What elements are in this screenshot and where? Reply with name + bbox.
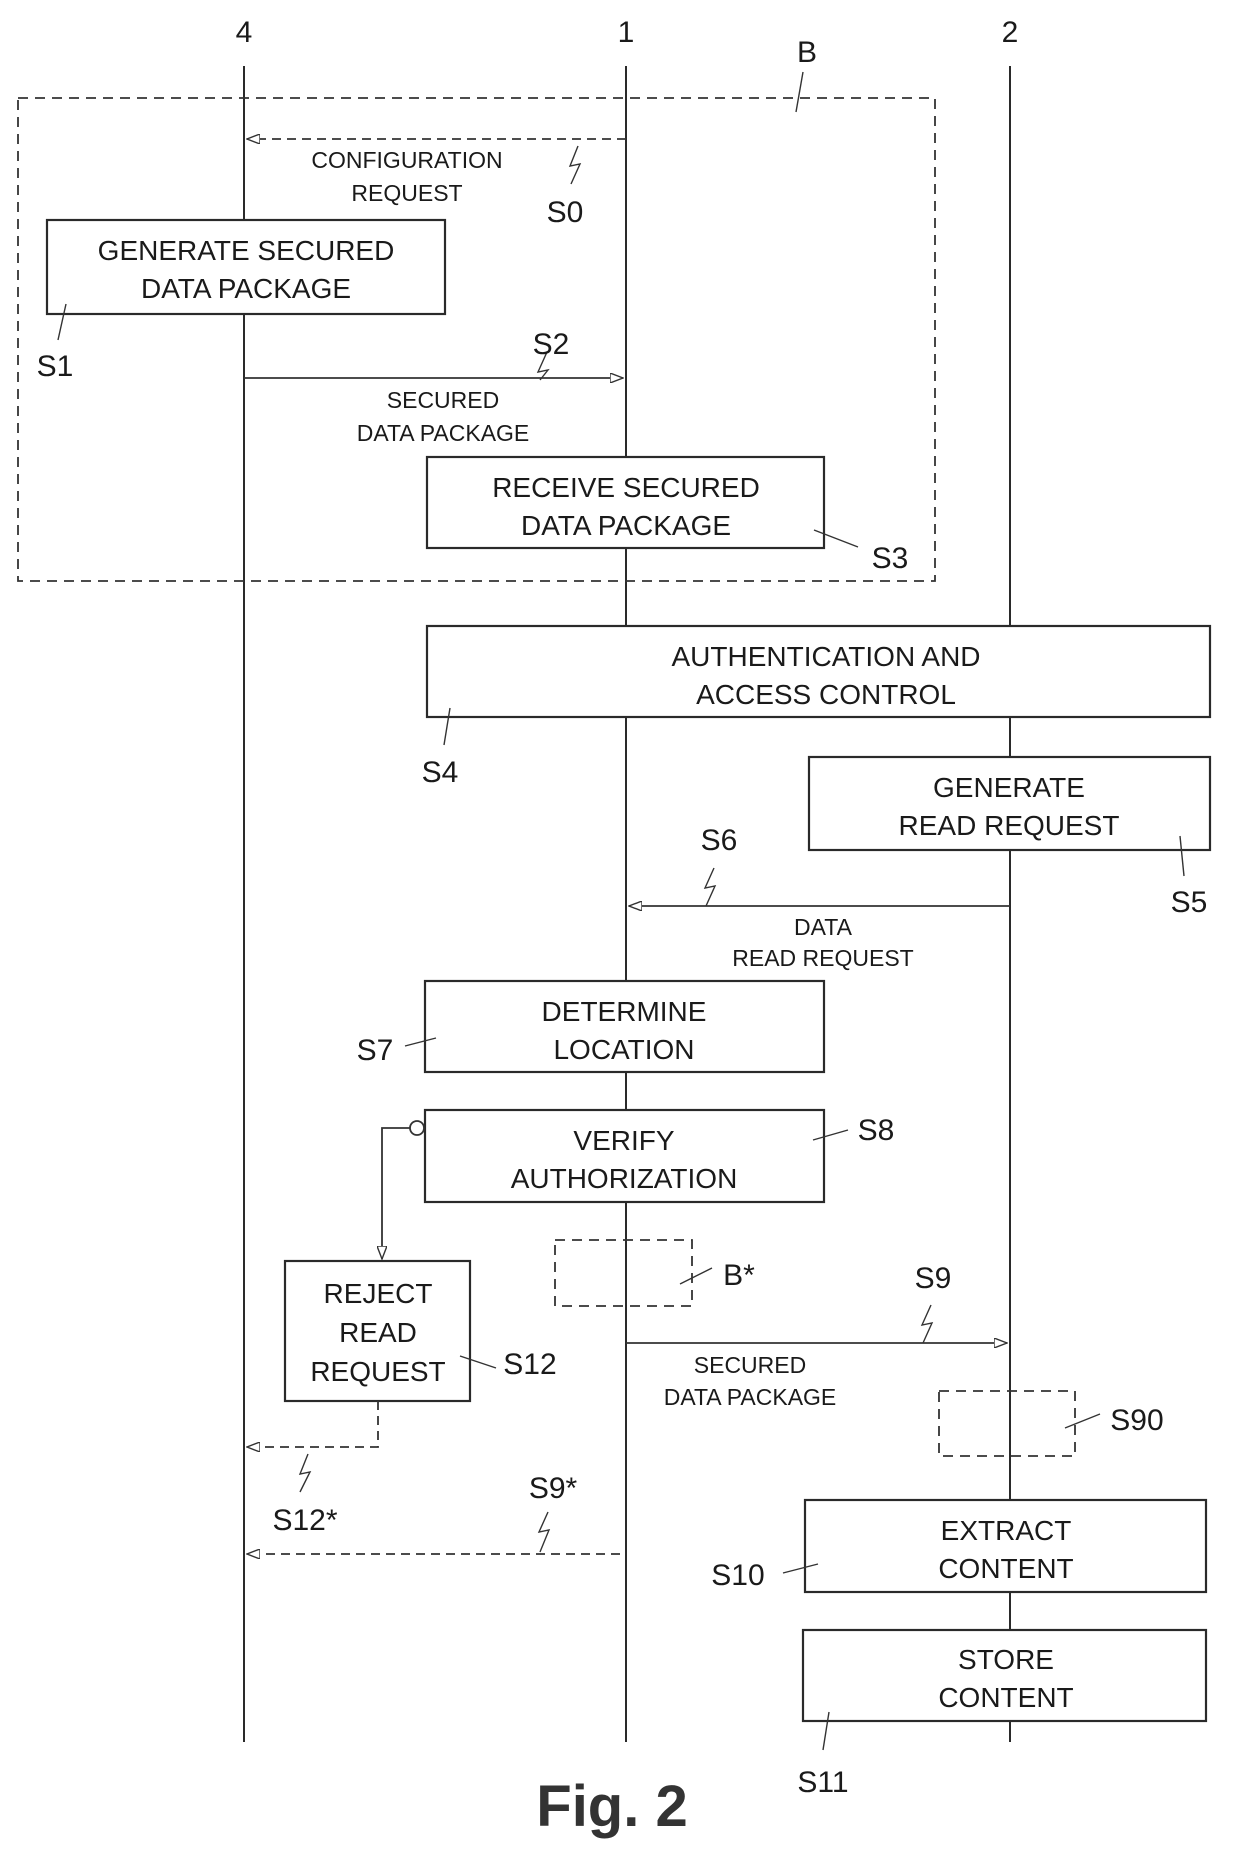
wireless-icon bbox=[568, 145, 582, 185]
ref-s3: S3 bbox=[872, 542, 909, 575]
ref-s9star: S9* bbox=[529, 1472, 578, 1505]
message-s0-line2: REQUEST bbox=[351, 180, 462, 206]
step-s4-line1: AUTHENTICATION AND bbox=[671, 641, 980, 672]
message-s6-line2: READ REQUEST bbox=[732, 945, 913, 971]
ref-s2: S2 bbox=[533, 328, 570, 361]
step-s4-line2: ACCESS CONTROL bbox=[696, 679, 956, 710]
wireless-icon bbox=[537, 1511, 551, 1553]
message-s9-line2: DATA PACKAGE bbox=[664, 1384, 837, 1410]
message-s2-line2: DATA PACKAGE bbox=[357, 420, 530, 446]
step-s5-line2: READ REQUEST bbox=[899, 810, 1120, 841]
ref-s12: S12 bbox=[503, 1348, 556, 1381]
message-s6-line1: DATA bbox=[794, 914, 853, 940]
step-s1-line1: GENERATE SECURED bbox=[98, 235, 395, 266]
ref-bstar: B* bbox=[723, 1259, 755, 1292]
frame-b-label: B bbox=[797, 36, 817, 69]
step-s11-line2: CONTENT bbox=[938, 1682, 1073, 1713]
ref-s10: S10 bbox=[711, 1559, 764, 1592]
frame-b-leader bbox=[795, 71, 804, 113]
wireless-icon bbox=[920, 1304, 934, 1344]
step-s7-line1: DETERMINE bbox=[542, 996, 707, 1027]
wireless-icon bbox=[298, 1453, 312, 1493]
step-s11-line1: STORE bbox=[958, 1644, 1054, 1675]
ref-s4: S4 bbox=[422, 756, 459, 789]
optional-block-bstar bbox=[554, 1239, 693, 1307]
ref-s5: S5 bbox=[1171, 886, 1208, 919]
sequence-diagram: 4 1 2 B CONFIGURATION REQUEST S0 GENERAT… bbox=[17, 16, 1212, 1839]
step-s1-line2: DATA PACKAGE bbox=[141, 273, 351, 304]
step-s7-line2: LOCATION bbox=[553, 1034, 694, 1065]
step-s8-line1: VERIFY bbox=[573, 1125, 674, 1156]
optional-block-s90 bbox=[938, 1390, 1076, 1457]
step-s10-line1: EXTRACT bbox=[941, 1515, 1072, 1546]
lifeline-label-4: 4 bbox=[236, 16, 253, 49]
ref-s9: S9 bbox=[915, 1262, 952, 1295]
step-s3-line1: RECEIVE SECURED bbox=[492, 472, 760, 503]
ref-s6: S6 bbox=[701, 824, 738, 857]
step-s8-line2: AUTHORIZATION bbox=[511, 1163, 738, 1194]
ref-s90: S90 bbox=[1110, 1404, 1163, 1437]
ref-s11: S11 bbox=[797, 1766, 848, 1799]
message-s2-line1: SECURED bbox=[387, 387, 499, 413]
ref-s0: S0 bbox=[547, 196, 584, 229]
figure-caption: Fig. 2 bbox=[536, 1774, 687, 1839]
ref-s7: S7 bbox=[357, 1034, 394, 1067]
message-s0-line1: CONFIGURATION bbox=[311, 147, 502, 173]
step-s5-line1: GENERATE bbox=[933, 772, 1085, 803]
lifeline-label-2: 2 bbox=[1002, 16, 1019, 49]
ref-s90-leader bbox=[1064, 1413, 1101, 1429]
step-s12-line2: READ bbox=[339, 1317, 417, 1348]
message-s12star-arrow bbox=[247, 1401, 379, 1447]
step-s12-line1: REJECT bbox=[324, 1278, 433, 1309]
step-s12-line3: REQUEST bbox=[310, 1356, 445, 1387]
lifeline-label-1: 1 bbox=[618, 16, 635, 49]
branch-s8-to-s12-arrow bbox=[382, 1127, 410, 1259]
message-s9-line1: SECURED bbox=[694, 1352, 806, 1378]
step-s3-line2: DATA PACKAGE bbox=[521, 510, 731, 541]
ref-s12star: S12* bbox=[272, 1504, 337, 1537]
ref-bstar-leader bbox=[679, 1267, 713, 1285]
step-s10-line2: CONTENT bbox=[938, 1553, 1073, 1584]
ref-s1: S1 bbox=[37, 350, 74, 383]
negation-circle-icon bbox=[409, 1120, 425, 1136]
ref-s8: S8 bbox=[858, 1114, 895, 1147]
wireless-icon bbox=[703, 867, 717, 907]
